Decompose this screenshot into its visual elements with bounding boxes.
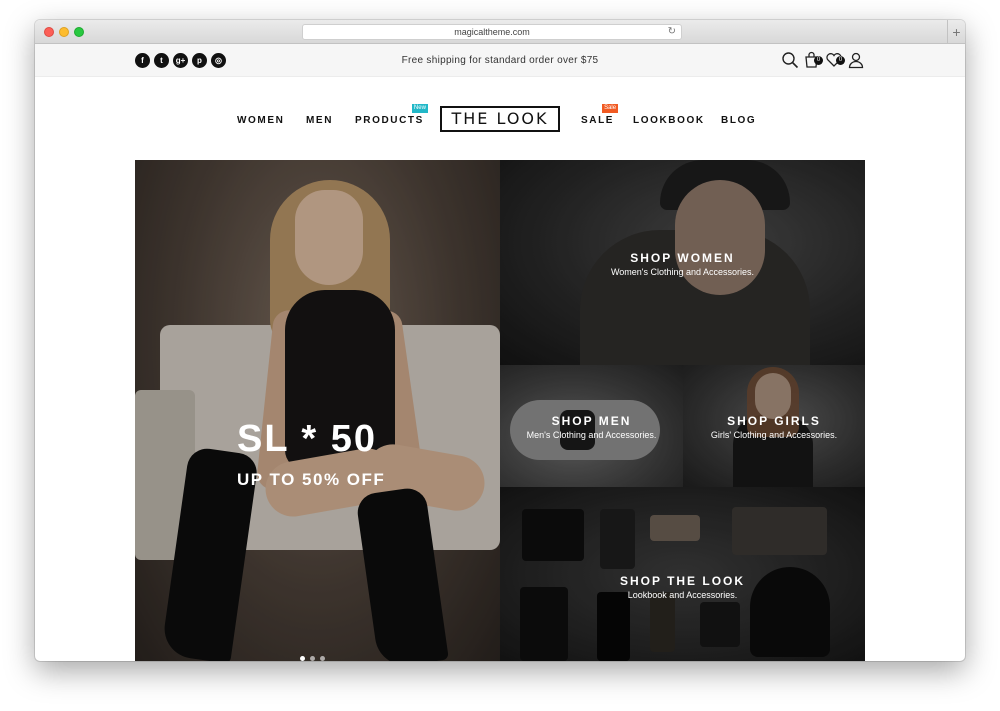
new-tab-button[interactable]: + bbox=[947, 20, 965, 44]
shop-the-look-caption: SHOP THE LOOK Lookbook and Accessories. bbox=[500, 574, 865, 600]
minimize-window-button[interactable] bbox=[59, 27, 69, 37]
hero-grid: SL * 50 UP TO 50% OFF SHOP WOMEN Women's… bbox=[135, 160, 865, 661]
nav-lookbook[interactable]: LOOKBOOK bbox=[633, 115, 705, 126]
shop-girls-subtitle: Girls' Clothing and Accessories. bbox=[710, 430, 838, 440]
cart-count-badge: 0 bbox=[814, 56, 823, 65]
cart-icon[interactable]: 0 bbox=[803, 51, 823, 69]
nav-products-label: PRODUCTS bbox=[355, 115, 424, 126]
shop-the-look-subtitle: Lookbook and Accessories. bbox=[627, 590, 738, 600]
shop-men-subtitle: Men's Clothing and Accessories. bbox=[526, 430, 657, 440]
shop-men-title: SHOP MEN bbox=[551, 414, 632, 428]
new-tag-badge: New bbox=[411, 104, 428, 113]
nav-products[interactable]: PRODUCTS New bbox=[355, 104, 428, 126]
close-window-button[interactable] bbox=[44, 27, 54, 37]
slide-dot[interactable] bbox=[310, 656, 315, 661]
shop-girls-caption: SHOP GIRLS Girls' Clothing and Accessori… bbox=[683, 414, 865, 440]
slide-dot[interactable] bbox=[320, 656, 325, 661]
hero-slide-panel[interactable]: SL * 50 UP TO 50% OFF bbox=[135, 160, 500, 661]
slide-dot[interactable] bbox=[300, 656, 305, 661]
shop-women-subtitle: Women's Clothing and Accessories. bbox=[610, 267, 755, 277]
sale-tag-badge: Sale bbox=[602, 104, 619, 113]
shop-men-caption: SHOP MEN Men's Clothing and Accessories. bbox=[500, 414, 683, 440]
shop-women-tile[interactable]: SHOP WOMEN Women's Clothing and Accessor… bbox=[500, 160, 865, 365]
slider-pagination bbox=[300, 656, 325, 661]
hero-title: SL * 50 bbox=[237, 418, 378, 460]
shop-women-title: SHOP WOMEN bbox=[630, 251, 735, 265]
image-overlay bbox=[135, 160, 500, 661]
reload-icon[interactable]: ↻ bbox=[668, 25, 676, 39]
hero-subtitle: UP TO 50% OFF bbox=[237, 470, 386, 489]
search-icon[interactable] bbox=[781, 51, 799, 69]
shop-men-tile[interactable]: SHOP MEN Men's Clothing and Accessories. bbox=[500, 365, 683, 487]
shop-the-look-title: SHOP THE LOOK bbox=[619, 574, 746, 588]
nav-sale[interactable]: SALE Sale bbox=[581, 104, 619, 126]
nav-men[interactable]: MEN bbox=[306, 115, 333, 126]
browser-window: magicaltheme.com ↻ + f t g+ p ◎ Free shi… bbox=[35, 20, 965, 661]
shop-girls-tile[interactable]: SHOP GIRLS Girls' Clothing and Accessori… bbox=[683, 365, 865, 487]
top-bar: f t g+ p ◎ Free shipping for standard or… bbox=[35, 44, 965, 77]
shop-girls-title: SHOP GIRLS bbox=[727, 414, 821, 428]
main-navigation: WOMEN MEN PRODUCTS New THE LOOK SALE Sal… bbox=[35, 78, 965, 158]
address-text: magicaltheme.com bbox=[454, 27, 530, 37]
site-logo[interactable]: THE LOOK bbox=[440, 106, 560, 132]
shop-women-caption: SHOP WOMEN Women's Clothing and Accessor… bbox=[500, 251, 865, 277]
nav-blog[interactable]: BLOG bbox=[721, 115, 756, 126]
zoom-window-button[interactable] bbox=[74, 27, 84, 37]
nav-sale-label: SALE bbox=[581, 115, 615, 126]
header-actions: 0 0 bbox=[781, 51, 865, 69]
shop-the-look-tile[interactable]: SHOP THE LOOK Lookbook and Accessories. bbox=[500, 487, 865, 661]
address-bar[interactable]: magicaltheme.com ↻ bbox=[302, 24, 682, 40]
browser-toolbar: magicaltheme.com ↻ + bbox=[35, 20, 965, 44]
wishlist-count-badge: 0 bbox=[836, 56, 845, 65]
nav-women[interactable]: WOMEN bbox=[237, 115, 284, 126]
user-account-icon[interactable] bbox=[847, 51, 865, 69]
wishlist-icon[interactable]: 0 bbox=[825, 51, 845, 69]
